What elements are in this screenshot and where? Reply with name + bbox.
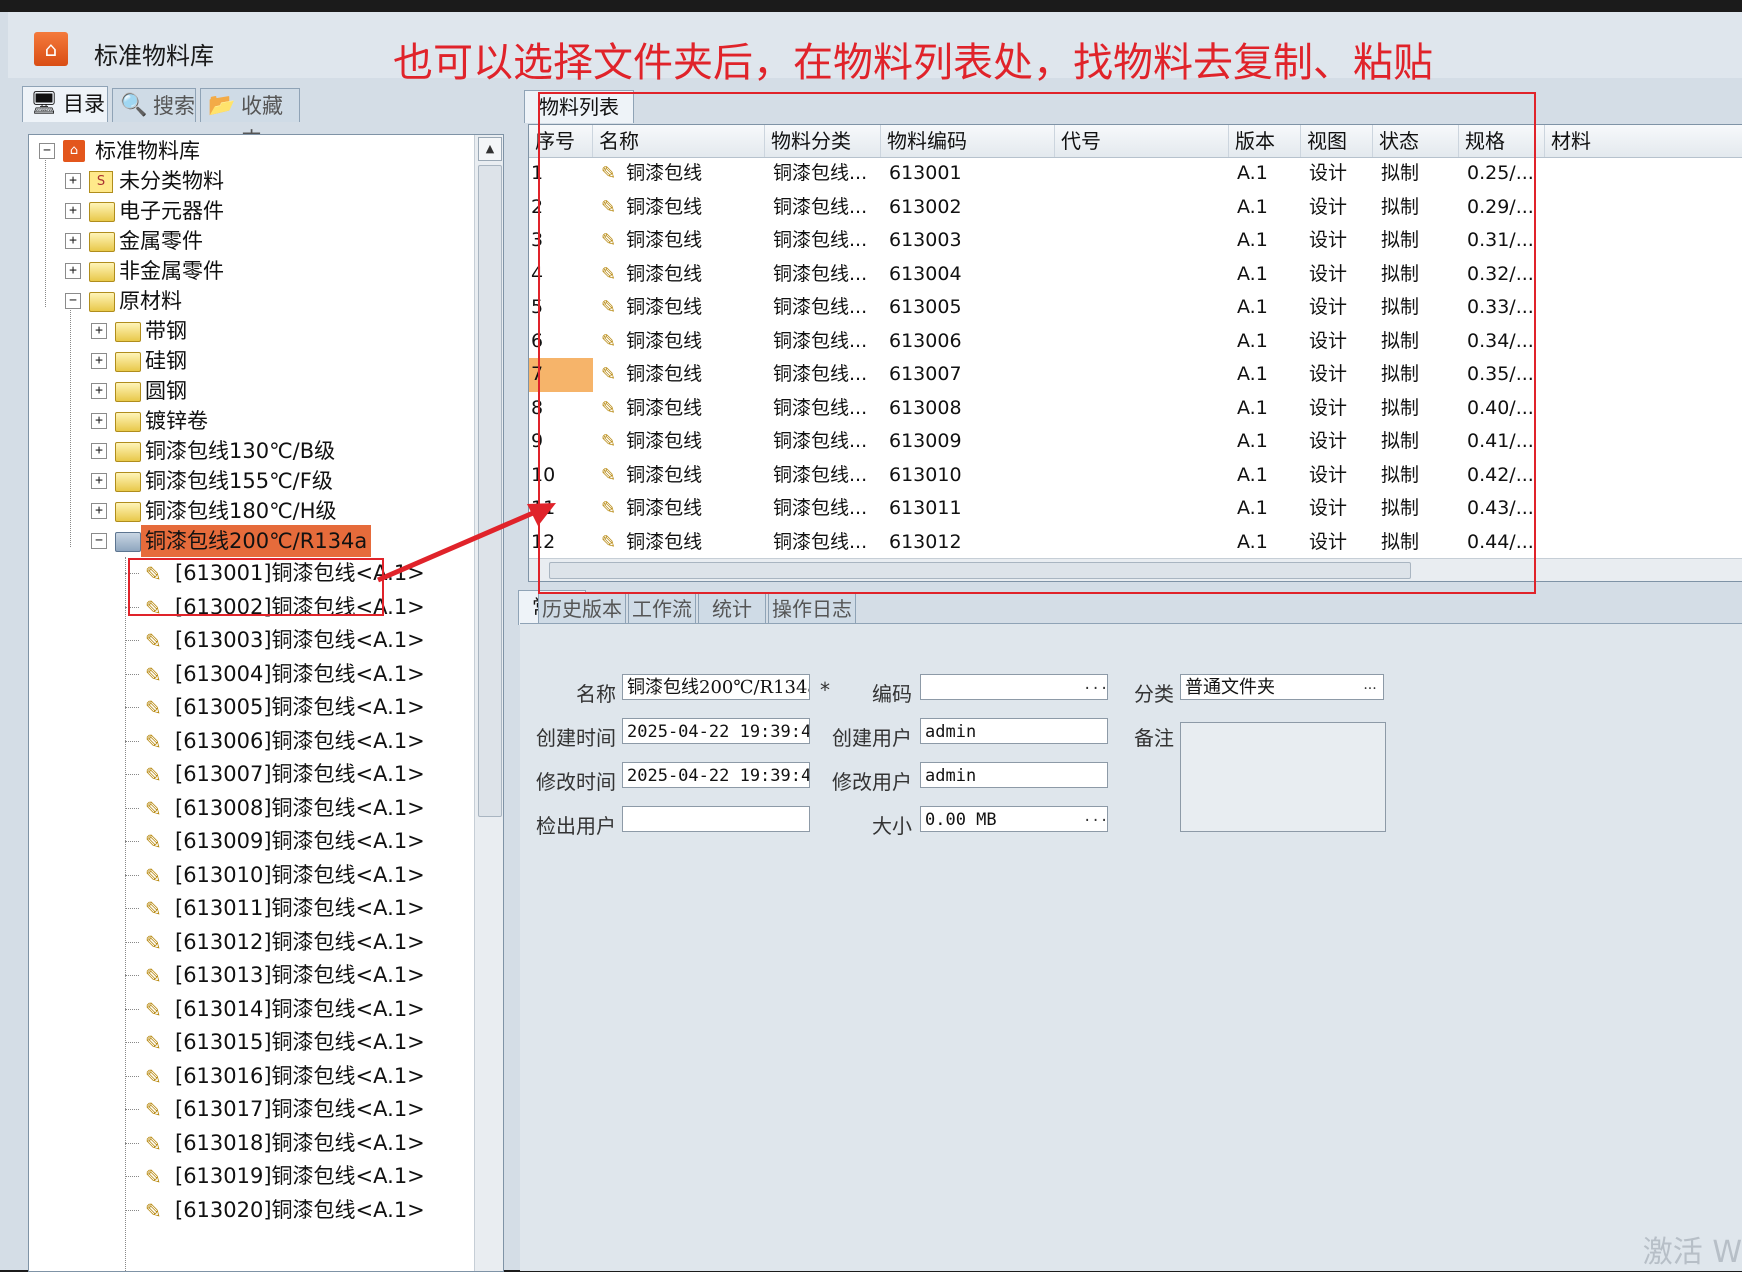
annotation-arrow: [377, 503, 556, 583]
